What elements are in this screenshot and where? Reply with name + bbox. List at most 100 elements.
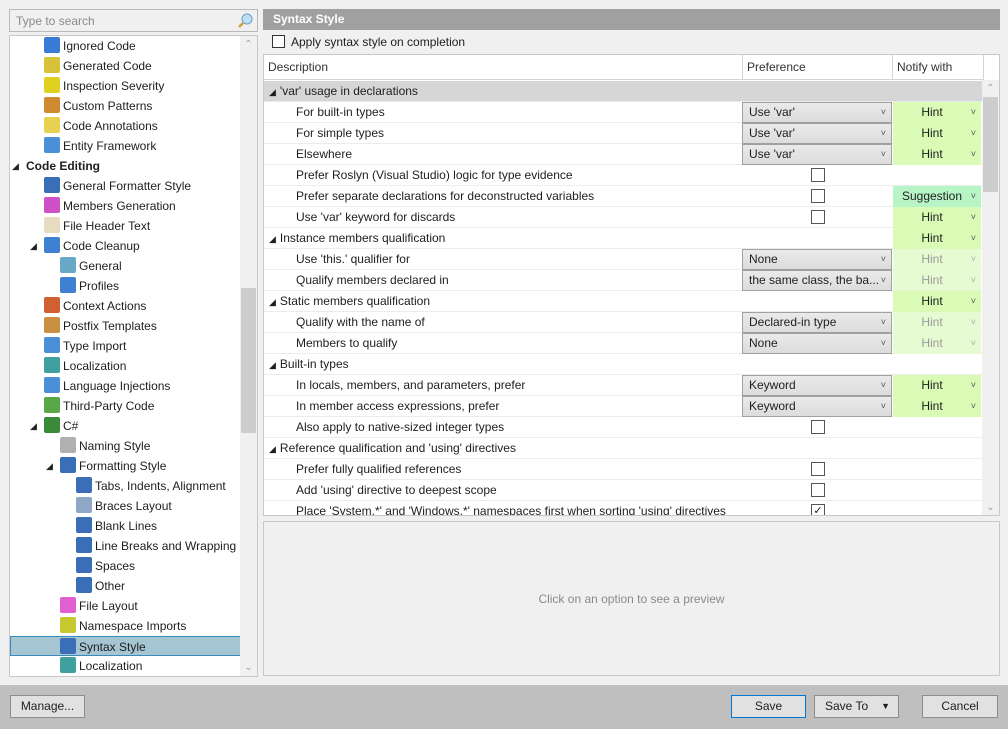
option-row[interactable]: In member access expressions, prefer Keyw… (264, 396, 984, 417)
collapse-toggle-icon[interactable]: ◢ (269, 87, 276, 97)
tree-item[interactable]: Localization (60, 656, 142, 676)
tree-item[interactable]: Line Breaks and Wrapping (76, 536, 236, 556)
preference-dropdown[interactable]: Declared-in type ˅ (742, 312, 892, 333)
tree-item[interactable]: Blank Lines (76, 516, 157, 536)
notify-dropdown[interactable]: Hint ˅ (893, 291, 981, 312)
tree-item[interactable]: Entity Framework (44, 136, 156, 156)
tree-item[interactable]: Type Import (44, 336, 126, 356)
scroll-up-icon[interactable]: ⌃ (240, 36, 257, 53)
option-row[interactable]: Use 'this.' qualifier for None ˅ Hint ˅ (264, 249, 984, 270)
preference-dropdown[interactable]: Use 'var' ˅ (742, 102, 892, 123)
tree-item[interactable]: ◢ C# (30, 416, 78, 436)
group-row[interactable]: ◢ Built-in types (264, 354, 984, 375)
tree-item[interactable]: Braces Layout (76, 496, 172, 516)
grid-scrollbar[interactable]: ⌃ ⌄ (982, 80, 999, 515)
notify-dropdown[interactable]: Hint ˅ (893, 228, 981, 249)
option-checkbox[interactable] (811, 420, 825, 434)
column-description[interactable]: Description (264, 55, 743, 80)
preference-dropdown[interactable]: None ˅ (742, 249, 892, 270)
option-row[interactable]: For simple types Use 'var' ˅ Hint ˅ (264, 123, 984, 144)
scroll-thumb[interactable] (241, 288, 256, 433)
search-icon[interactable] (237, 13, 253, 29)
option-row[interactable]: Use 'var' keyword for discards Hint ˅ (264, 207, 984, 228)
tree-item[interactable]: ◢ Formatting Style (46, 456, 166, 476)
preference-dropdown[interactable]: Keyword ˅ (742, 375, 892, 396)
notify-dropdown[interactable]: Hint ˅ (893, 207, 981, 228)
scroll-thumb[interactable] (983, 97, 998, 192)
tree-item[interactable]: Namespace Imports (60, 616, 186, 636)
option-row[interactable]: Add 'using' directive to deepest scope (264, 480, 984, 501)
preference-dropdown[interactable]: Use 'var' ˅ (742, 123, 892, 144)
option-checkbox[interactable] (811, 168, 825, 182)
column-notify[interactable]: Notify with (893, 55, 984, 80)
tree-item[interactable]: File Header Text (44, 216, 150, 236)
checkbox[interactable] (272, 35, 285, 48)
tree-item[interactable]: Language Injections (44, 376, 170, 396)
option-row[interactable]: Members to qualify None ˅ Hint ˅ (264, 333, 984, 354)
option-row[interactable]: For built-in types Use 'var' ˅ Hint ˅ (264, 102, 984, 123)
expand-toggle-icon[interactable]: ◢ (12, 156, 19, 176)
save-to-button[interactable]: Save To ▼ (814, 695, 899, 718)
tree-item[interactable]: File Layout (60, 596, 138, 616)
notify-dropdown[interactable]: Hint ˅ (893, 333, 981, 354)
group-row[interactable]: ◢ Reference qualification and 'using' dir… (264, 438, 984, 459)
tree-item[interactable]: Spaces (76, 556, 135, 576)
collapse-toggle-icon[interactable]: ◢ (269, 360, 276, 370)
apply-on-completion-checkbox[interactable]: Apply syntax style on completion (272, 35, 465, 53)
tree-scrollbar[interactable]: ⌃ ⌄ (240, 36, 257, 676)
tree-item[interactable]: ◢ Code Cleanup (30, 236, 140, 256)
notify-dropdown[interactable]: Hint ˅ (893, 249, 981, 270)
tree-item[interactable]: General Formatter Style (44, 176, 191, 196)
scroll-down-icon[interactable]: ⌄ (982, 499, 999, 515)
scroll-down-icon[interactable]: ⌄ (240, 659, 257, 676)
notify-dropdown[interactable]: Suggestion ˅ (893, 186, 981, 207)
tree-item[interactable]: Localization (44, 356, 126, 376)
expand-toggle-icon[interactable]: ◢ (30, 416, 37, 436)
option-checkbox[interactable] (811, 189, 825, 203)
option-row[interactable]: Elsewhere Use 'var' ˅ Hint ˅ (264, 144, 984, 165)
tree-item[interactable]: Naming Style (60, 436, 150, 456)
notify-dropdown[interactable]: Hint ˅ (893, 396, 981, 417)
tree-item[interactable]: Postfix Templates (44, 316, 157, 336)
notify-dropdown[interactable]: Hint ˅ (893, 123, 981, 144)
tree-item[interactable]: Syntax Style (10, 636, 241, 656)
option-row[interactable]: Prefer Roslyn (Visual Studio) logic for … (264, 165, 984, 186)
tree-item[interactable]: Other (76, 576, 125, 596)
option-row[interactable]: Qualify members declared in the same clas… (264, 270, 984, 291)
tree-item[interactable]: Members Generation (44, 196, 176, 216)
preference-dropdown[interactable]: Use 'var' ˅ (742, 144, 892, 165)
option-row[interactable]: Place 'System.*' and 'Windows.*' namespa… (264, 501, 984, 515)
option-checkbox[interactable] (811, 210, 825, 224)
preference-dropdown[interactable]: None ˅ (742, 333, 892, 354)
cancel-button[interactable]: Cancel (922, 695, 998, 718)
notify-dropdown[interactable]: Hint ˅ (893, 102, 981, 123)
tree-item[interactable]: Generated Code (44, 56, 152, 76)
notify-dropdown[interactable]: Hint ˅ (893, 312, 981, 333)
option-row[interactable]: Qualify with the name of Declared-in type… (264, 312, 984, 333)
tree-item[interactable]: Code Annotations (44, 116, 158, 136)
group-row[interactable]: ◢ Static members qualification Hint ˅ (264, 291, 984, 312)
expand-toggle-icon[interactable]: ◢ (30, 236, 37, 256)
collapse-toggle-icon[interactable]: ◢ (269, 444, 276, 454)
manage-button[interactable]: Manage... (10, 695, 85, 718)
notify-dropdown[interactable]: Hint ˅ (893, 375, 981, 396)
tree-item[interactable]: Profiles (60, 276, 119, 296)
option-row[interactable]: In locals, members, and parameters, pref… (264, 375, 984, 396)
option-checkbox[interactable] (811, 483, 825, 497)
notify-dropdown[interactable]: Hint ˅ (893, 144, 981, 165)
group-row[interactable]: ◢ Instance members qualification Hint ˅ (264, 228, 984, 249)
save-button[interactable]: Save (731, 695, 806, 718)
option-row[interactable]: Prefer fully qualified references (264, 459, 984, 480)
tree-item[interactable]: Context Actions (44, 296, 146, 316)
option-checkbox[interactable] (811, 462, 825, 476)
collapse-toggle-icon[interactable]: ◢ (269, 234, 276, 244)
tree-item[interactable]: Tabs, Indents, Alignment (76, 476, 226, 496)
tree-item[interactable]: ◢ Code Editing (12, 156, 100, 176)
tree-item[interactable]: Ignored Code (44, 36, 136, 56)
option-row[interactable]: Also apply to native-sized integer types (264, 417, 984, 438)
option-row[interactable]: Prefer separate declarations for deconst… (264, 186, 984, 207)
column-preference[interactable]: Preference (743, 55, 893, 80)
tree-item[interactable]: Inspection Severity (44, 76, 164, 96)
tree-item[interactable]: General (60, 256, 122, 276)
preference-dropdown[interactable]: Keyword ˅ (742, 396, 892, 417)
